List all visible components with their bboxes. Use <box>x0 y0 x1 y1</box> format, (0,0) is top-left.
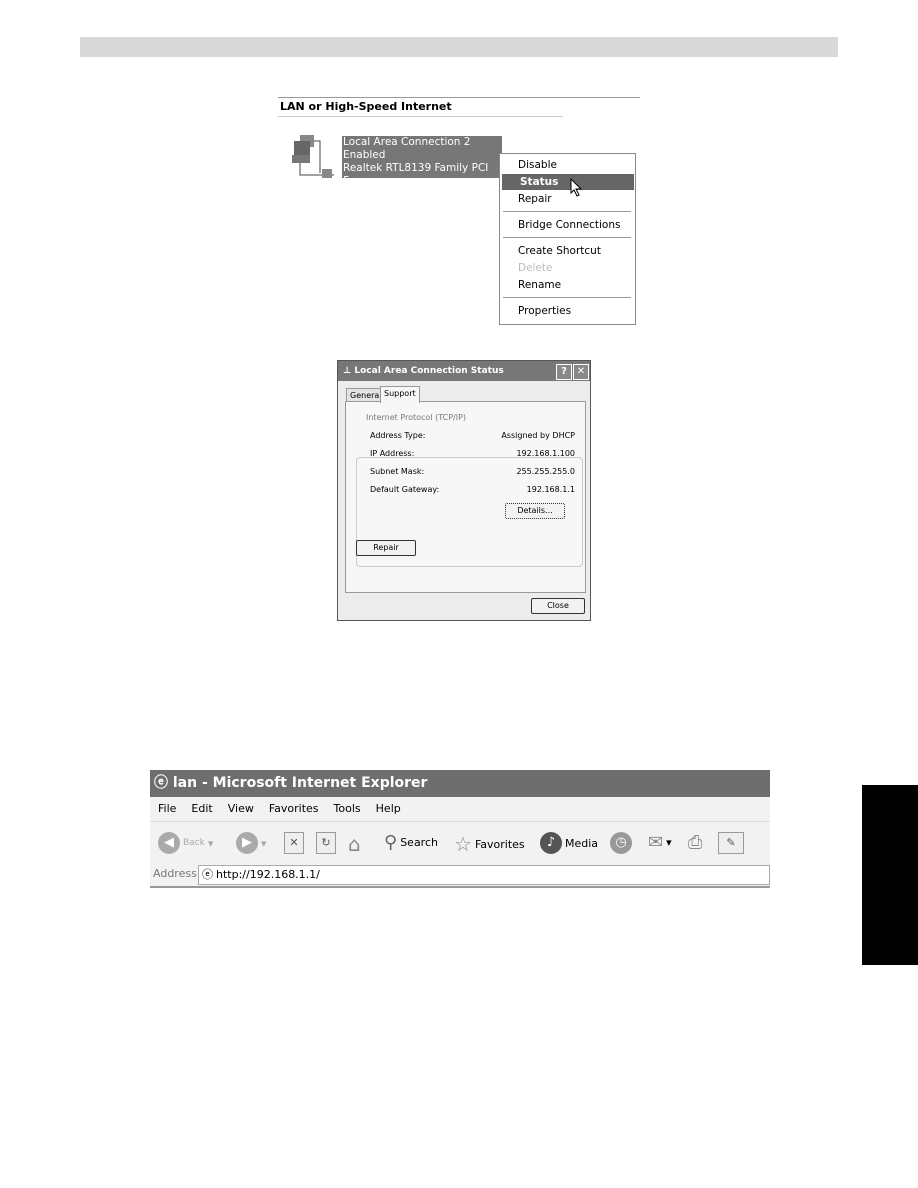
back-arrow-icon: ◀ <box>158 832 180 854</box>
history-icon: ◷ <box>610 832 632 854</box>
edit-button[interactable]: ✎ <box>718 832 744 854</box>
divider <box>278 116 563 117</box>
menu-item-rename[interactable]: Rename <box>500 277 632 293</box>
menu-separator <box>503 211 631 212</box>
chevron-down-icon: ▾ <box>207 836 214 850</box>
media-icon: ♪ <box>540 832 562 854</box>
back-label: Back <box>183 838 205 848</box>
context-menu: Disable Status Repair Bridge Connections… <box>499 153 636 325</box>
refresh-button[interactable]: ↻ <box>316 832 336 854</box>
star-icon: ☆ <box>454 832 472 856</box>
address-bar: Address ⓔ http://192.168.1.1/ <box>150 863 770 888</box>
menu-edit[interactable]: Edit <box>191 802 212 815</box>
network-connection-icon <box>292 135 334 178</box>
menu-item-repair[interactable]: Repair <box>500 191 632 207</box>
tab-support[interactable]: Support <box>380 386 420 403</box>
info-row-default-gateway: Default Gateway: 192.168.1.1 <box>370 485 575 494</box>
search-icon: ⚲ <box>384 832 398 853</box>
menu-file[interactable]: File <box>158 802 176 815</box>
history-button[interactable]: ◷ <box>610 832 632 854</box>
local-area-connection-item[interactable]: Local Area Connection 2 Enabled Realtek … <box>342 136 502 187</box>
menu-separator <box>503 297 631 298</box>
chevron-down-icon: ▾ <box>261 836 267 850</box>
connection-status-dialog: ⊥ Local Area Connection Status ? ✕ Gener… <box>337 360 591 621</box>
row-label: Default Gateway: <box>370 485 440 494</box>
repair-button[interactable]: Repair <box>356 540 416 556</box>
refresh-icon: ↻ <box>316 832 336 854</box>
connection-status: Enabled <box>343 149 386 161</box>
internet-explorer-screenshot: ⓔ lan - Microsoft Internet Explorer File… <box>150 770 770 890</box>
address-input[interactable]: ⓔ http://192.168.1.1/ <box>198 865 770 885</box>
close-button[interactable]: Close <box>531 598 585 614</box>
media-button[interactable]: ♪ Media <box>540 832 598 854</box>
toolbar: ◀ Back ▾ ▶ ▾ ✕ ↻ ⌂ ⚲ Search ☆ Favorites ♪ Medi… <box>150 821 770 864</box>
network-connections-screenshot: LAN or High-Speed Internet Local Area Co… <box>278 95 640 325</box>
row-label: IP Address: <box>370 449 415 458</box>
page-header-bar <box>80 37 838 57</box>
menu-item-properties[interactable]: Properties <box>500 303 632 319</box>
stop-button[interactable]: ✕ <box>284 832 304 854</box>
menu-item-status[interactable]: Status <box>502 174 634 190</box>
back-button[interactable]: ◀ Back ▾ <box>158 832 213 854</box>
connection-name: Local Area Connection 2 <box>343 136 471 148</box>
home-icon: ⌂ <box>348 832 361 856</box>
row-label: Address Type: <box>370 431 426 440</box>
mail-button[interactable]: ✉ ▾ <box>648 832 672 853</box>
edit-icon: ✎ <box>718 832 744 854</box>
chevron-down-icon: ▾ <box>666 836 672 849</box>
details-button[interactable]: Details... <box>505 503 565 519</box>
section-side-tab <box>862 785 918 965</box>
window-title: lan - Microsoft Internet Explorer <box>172 775 428 791</box>
menu-favorites[interactable]: Favorites <box>269 802 319 815</box>
favorites-label: Favorites <box>474 837 525 851</box>
favorites-button[interactable]: ☆ Favorites <box>454 832 525 856</box>
row-value: 192.168.1.100 <box>516 449 575 458</box>
help-button[interactable]: ? <box>556 364 572 380</box>
row-label: Subnet Mask: <box>370 467 425 476</box>
mail-icon: ✉ <box>648 832 664 853</box>
menu-item-bridge-connections[interactable]: Bridge Connections <box>500 217 632 233</box>
browser-titlebar: ⓔ lan - Microsoft Internet Explorer <box>150 770 770 797</box>
mouse-cursor-icon <box>570 178 583 197</box>
home-button[interactable]: ⌂ <box>348 832 361 856</box>
info-row-ip-address: IP Address: 192.168.1.100 <box>370 449 575 458</box>
address-label: Address <box>153 867 197 880</box>
menu-view[interactable]: View <box>228 802 254 815</box>
search-button[interactable]: ⚲ Search <box>384 832 438 853</box>
section-header: LAN or High-Speed Internet <box>280 100 452 113</box>
url-text: http://192.168.1.1/ <box>216 868 320 881</box>
stop-icon: ✕ <box>284 832 304 854</box>
divider <box>278 97 640 98</box>
dialog-title: Local Area Connection Status <box>354 366 504 376</box>
menu-help[interactable]: Help <box>376 802 401 815</box>
search-label: Search <box>400 836 438 849</box>
network-icon: ⊥ <box>343 366 352 376</box>
tab-panel: Internet Protocol (TCP/IP) Address Type:… <box>345 401 586 593</box>
menu-separator <box>503 237 631 238</box>
page-icon: ⓔ <box>202 868 213 881</box>
forward-button[interactable]: ▶ ▾ <box>236 832 267 854</box>
info-row-subnet-mask: Subnet Mask: 255.255.255.0 <box>370 467 575 476</box>
info-row-address-type: Address Type: Assigned by DHCP <box>370 431 575 440</box>
menu-item-create-shortcut[interactable]: Create Shortcut <box>500 243 632 259</box>
group-label: Internet Protocol (TCP/IP) <box>364 413 469 422</box>
menu-item-disable[interactable]: Disable <box>500 157 632 173</box>
menu-tools[interactable]: Tools <box>334 802 361 815</box>
row-value: Assigned by DHCP <box>501 431 575 440</box>
print-button[interactable]: ⎙ <box>688 832 702 853</box>
connection-device: Realtek RTL8139 Family PCI F... <box>343 162 489 187</box>
row-value: 255.255.255.0 <box>516 467 575 476</box>
forward-arrow-icon: ▶ <box>236 832 258 854</box>
menu-item-delete: Delete <box>518 262 553 274</box>
menu-bar: File Edit View Favorites Tools Help <box>150 797 770 821</box>
close-x-button[interactable]: ✕ <box>573 364 589 380</box>
print-icon: ⎙ <box>688 832 703 853</box>
ie-icon: ⓔ <box>154 775 168 791</box>
dialog-titlebar: ⊥ Local Area Connection Status ? ✕ <box>338 361 590 381</box>
row-value: 192.168.1.1 <box>526 485 575 494</box>
media-label: Media <box>565 836 599 850</box>
